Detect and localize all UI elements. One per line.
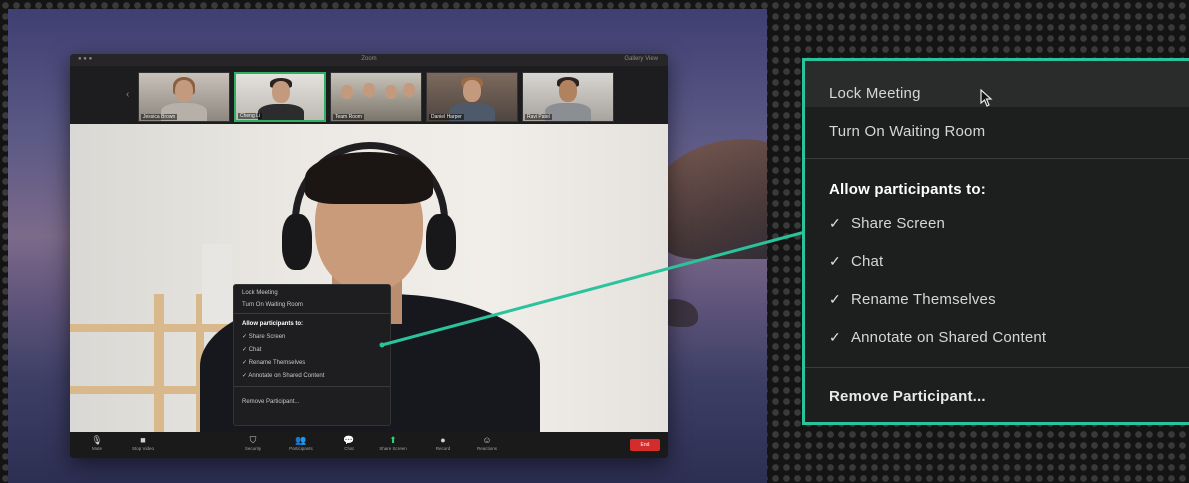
- remove-participant-item[interactable]: Remove Participant...: [829, 388, 986, 405]
- menu-divider: [805, 367, 1189, 368]
- security-menu-zoomed: Lock Meeting Turn On Waiting Room Allow …: [802, 58, 1189, 425]
- smiley-icon: ☺: [482, 435, 492, 445]
- meeting-toolbar: 🎙 Mute ■ Stop Video ⛉ Security 👥 Partici…: [70, 432, 668, 458]
- people-icon: 👥: [295, 435, 307, 445]
- gallery-view-toggle[interactable]: Gallery View: [624, 56, 658, 62]
- checkmark-icon: ✓: [829, 215, 841, 231]
- window-title: Zoom: [361, 56, 377, 62]
- annotate-shared-content-item[interactable]: ✓ Annotate on Shared Content: [829, 329, 1046, 346]
- window-titlebar: ● ● ● Zoom Gallery View: [70, 54, 668, 66]
- security-menu-mini: Lock Meeting Turn On Waiting Room Allow …: [233, 284, 391, 426]
- participant-name: Ravi Patel: [525, 114, 552, 120]
- participants-button[interactable]: 👥 Participants: [284, 435, 318, 451]
- mini-allow-header: Allow participants to:: [242, 321, 304, 327]
- camera-icon: ■: [140, 435, 146, 445]
- mini-lock-meeting[interactable]: Lock Meeting: [234, 290, 286, 296]
- mouse-cursor-icon: [980, 89, 993, 107]
- end-meeting-button[interactable]: End: [630, 439, 660, 451]
- checkmark-icon: ✓: [829, 329, 841, 345]
- share-screen-button[interactable]: ⬆ Share Screen: [376, 435, 410, 451]
- mini-remove-participant[interactable]: Remove Participant...: [234, 399, 307, 405]
- mini-item-annotate[interactable]: ✓ Annotate on Shared Content: [234, 372, 332, 379]
- chat-button[interactable]: 💬 Chat: [332, 435, 366, 451]
- mini-item-share-screen[interactable]: ✓ Share Screen: [234, 333, 293, 340]
- mini-item-chat[interactable]: ✓ Chat: [234, 346, 269, 353]
- reactions-button[interactable]: ☺ Reactions: [470, 435, 504, 451]
- participant-name: Cheng Li: [238, 113, 263, 119]
- participant-thumbnail[interactable]: Ravi Patel: [522, 72, 614, 122]
- security-button[interactable]: ⛉ Security: [236, 435, 270, 451]
- share-screen-icon: ⬆: [389, 435, 397, 445]
- allow-participants-header: Allow participants to:: [829, 181, 986, 198]
- mute-button[interactable]: 🎙 Mute: [80, 435, 114, 451]
- thumb-prev-arrow-icon[interactable]: ‹: [126, 89, 129, 100]
- checkmark-icon: ✓: [829, 291, 841, 307]
- participant-thumbnail[interactable]: Jessica Brown: [138, 72, 230, 122]
- zoom-meeting-window: ● ● ● Zoom Gallery View ‹ › Jessica Brow…: [70, 54, 668, 458]
- participant-name: Daniel Harper: [429, 114, 464, 120]
- chat-item[interactable]: ✓ Chat: [829, 253, 883, 270]
- rename-themselves-item[interactable]: ✓ Rename Themselves: [829, 291, 996, 308]
- participant-name: Team Room: [333, 114, 364, 120]
- participant-strip: Jessica Brown Cheng Li Team Room Daniel …: [138, 72, 614, 122]
- participant-thumbnail[interactable]: Team Room: [330, 72, 422, 122]
- microphone-icon: 🎙: [91, 435, 103, 445]
- menu-divider: [805, 158, 1189, 159]
- shield-icon: ⛉: [249, 435, 257, 445]
- waiting-room-item[interactable]: Turn On Waiting Room: [829, 123, 985, 140]
- record-button[interactable]: ● Record: [426, 435, 460, 451]
- mini-waiting-room[interactable]: Turn On Waiting Room: [234, 302, 311, 308]
- mini-item-rename[interactable]: ✓ Rename Themselves: [234, 359, 313, 366]
- participant-name: Jessica Brown: [141, 114, 178, 120]
- desktop-wallpaper: ● ● ● Zoom Gallery View ‹ › Jessica Brow…: [8, 9, 767, 483]
- stop-video-button[interactable]: ■ Stop Video: [126, 435, 160, 451]
- chat-icon: 💬: [343, 435, 355, 445]
- share-screen-item[interactable]: ✓ Share Screen: [829, 215, 945, 232]
- lock-meeting-item[interactable]: Lock Meeting: [829, 85, 921, 102]
- checkmark-icon: ✓: [829, 253, 841, 269]
- participant-thumbnail-active-speaker[interactable]: Cheng Li: [234, 72, 326, 122]
- record-icon: ●: [440, 435, 446, 445]
- participant-thumbnail[interactable]: Daniel Harper: [426, 72, 518, 122]
